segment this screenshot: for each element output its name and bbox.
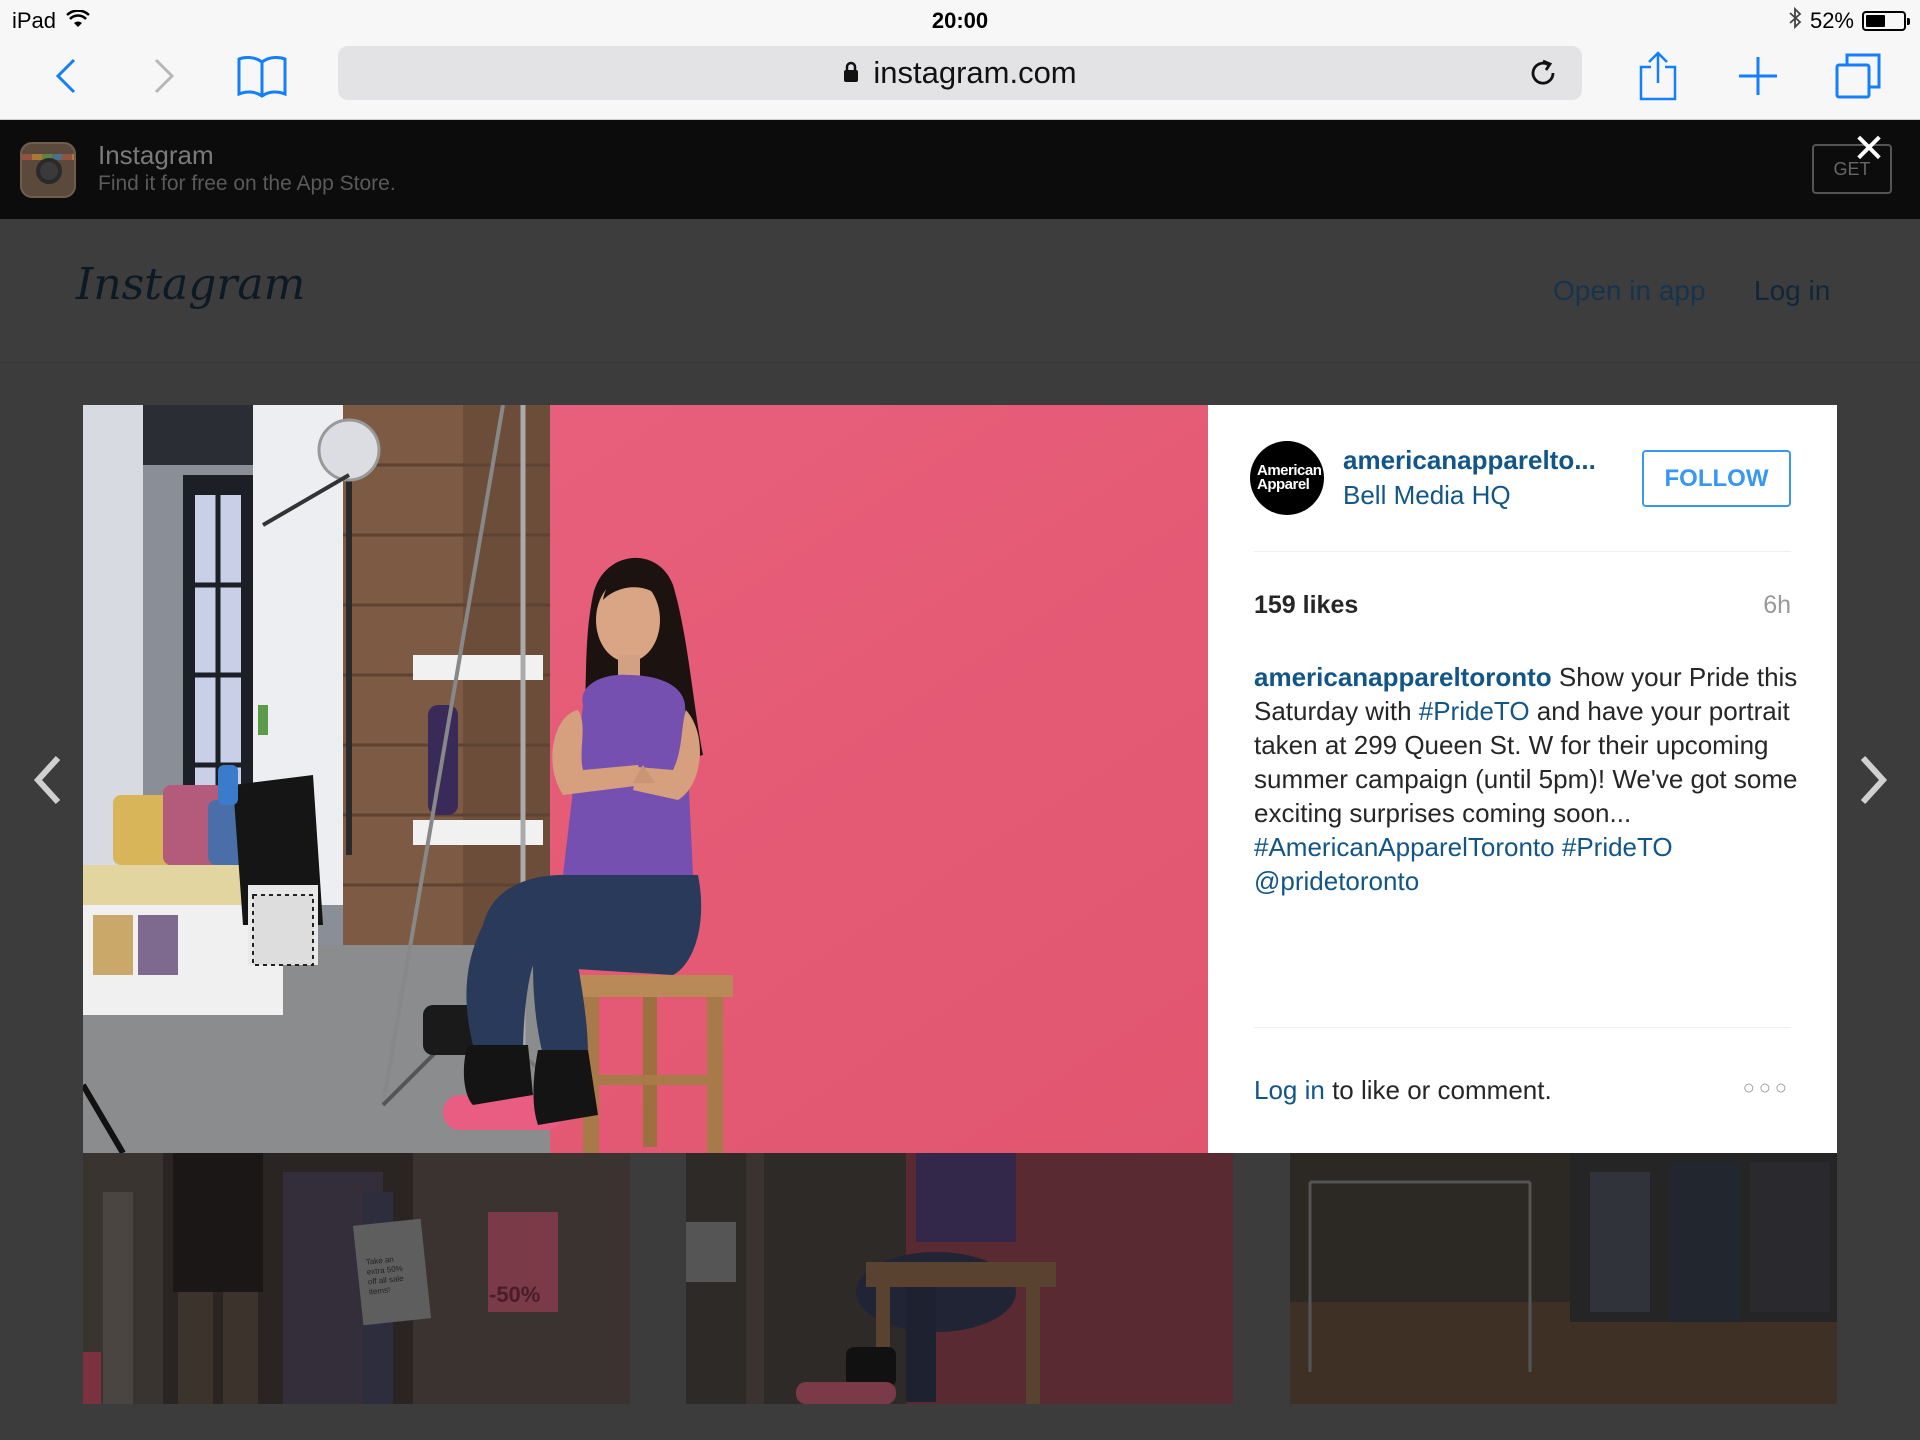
new-tab-button[interactable] — [1728, 48, 1788, 104]
chevron-left-icon — [55, 58, 76, 94]
lock-icon — [843, 55, 859, 91]
address-bar[interactable]: instagram.com — [338, 46, 1582, 100]
hashtag-pride-2[interactable]: #PrideTO — [1562, 832, 1673, 862]
likes-count: 159 likes — [1254, 591, 1359, 619]
share-icon — [1639, 51, 1677, 101]
bluetooth-icon — [1788, 6, 1802, 35]
bookmarks-button[interactable] — [232, 48, 292, 104]
grid-photo-3[interactable] — [1290, 1152, 1837, 1404]
close-modal-icon[interactable]: ✕ — [1850, 129, 1888, 169]
post-caption: americanappareltoronto Show your Pride t… — [1254, 660, 1802, 898]
mention-pridetoronto[interactable]: @pridetoronto — [1254, 866, 1419, 896]
avatar-text: American Apparel — [1257, 462, 1322, 493]
battery-percent: 52% — [1809, 8, 1854, 33]
forward-button[interactable] — [134, 48, 194, 104]
url-text: instagram.com — [873, 55, 1077, 90]
footer-divider — [1254, 1027, 1791, 1028]
login-prompt: Log in to like or comment. — [1254, 1075, 1552, 1106]
footer-login-text: to like or comment. — [1324, 1075, 1552, 1105]
app-store-banner: Instagram Find it for free on the App St… — [0, 120, 1920, 219]
hashtag-pride[interactable]: #PrideTO — [1419, 696, 1530, 726]
account-avatar[interactable]: American Apparel — [1250, 441, 1324, 515]
tabs-button[interactable] — [1828, 48, 1888, 104]
post-photo[interactable] — [83, 405, 1208, 1153]
status-bar: iPad 20:00 52% — [0, 0, 1920, 38]
grid-photo-2[interactable] — [686, 1152, 1233, 1404]
instagram-app-icon — [20, 142, 76, 198]
browser-toolbar: instagram.com — [0, 38, 1920, 120]
next-post-button[interactable] — [1853, 750, 1893, 810]
open-in-app-link[interactable]: Open in app — [1553, 275, 1706, 307]
more-options-icon[interactable]: ○○○ — [1743, 1077, 1791, 1100]
caption-username[interactable]: americanappareltoronto — [1254, 662, 1552, 692]
instagram-logo[interactable]: Instagram — [76, 259, 305, 310]
battery-icon — [1862, 11, 1910, 31]
back-button[interactable] — [36, 48, 96, 104]
reload-icon[interactable] — [1528, 58, 1558, 96]
chevron-right-icon — [1860, 755, 1888, 805]
chevron-left-icon — [33, 755, 61, 805]
banner-subtitle: Find it for free on the App Store. — [98, 172, 396, 195]
plus-icon — [1739, 57, 1777, 95]
header-divider — [1254, 551, 1791, 552]
book-icon — [237, 55, 287, 98]
hashtag-americanappareltoronto[interactable]: #AmericanApparelToronto — [1254, 832, 1555, 862]
chevron-right-icon — [154, 58, 175, 94]
header-login-link[interactable]: Log in — [1754, 275, 1830, 307]
post-details-panel: American Apparel americanapparelto... Be… — [1208, 405, 1837, 1153]
previous-post-button[interactable] — [28, 750, 68, 810]
post-username[interactable]: americanapparelto... — [1343, 445, 1596, 476]
post-location[interactable]: Bell Media HQ — [1343, 480, 1511, 511]
post-age: 6h — [1763, 591, 1791, 619]
instagram-header: Instagram Open in app Log in — [0, 219, 1920, 363]
clock: 20:00 — [931, 8, 989, 33]
tabs-icon — [1835, 53, 1881, 99]
banner-app-name: Instagram — [98, 140, 214, 170]
photo-grid: Take anextra 50%off all saleitems! -50% — [83, 1152, 1837, 1404]
grid-photo-1[interactable]: Take anextra 50%off all saleitems! -50% — [83, 1152, 630, 1404]
footer-login-link[interactable]: Log in — [1254, 1075, 1325, 1105]
follow-button[interactable]: FOLLOW — [1642, 450, 1791, 507]
share-button[interactable] — [1628, 48, 1688, 104]
grid-discount-sign: -50% — [489, 1282, 540, 1307]
